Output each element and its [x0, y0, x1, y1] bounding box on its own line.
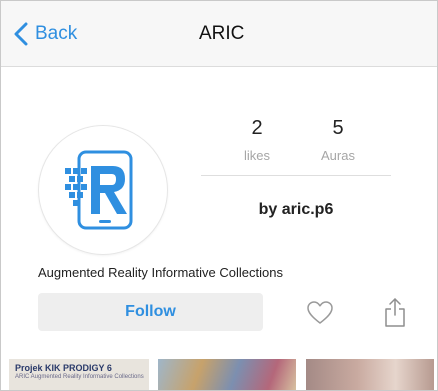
auras-grid: Projek KIK PRODIGY 6 ARIC Augmented Real… — [1, 353, 437, 390]
navigation-bar: Back ARIC — [1, 1, 437, 67]
likes-label: likes — [243, 148, 270, 163]
page-title: ARIC — [199, 23, 245, 44]
auras-count: 5 — [332, 117, 344, 139]
profile-header: 2 likes 5 Auras by aric.p6 Augmented Rea… — [1, 67, 437, 347]
thumbnail-title: Projek KIK PRODIGY 6 — [15, 363, 112, 373]
aura-thumbnail[interactable] — [306, 359, 434, 390]
author-byline[interactable]: by aric.p6 — [201, 201, 391, 219]
back-label: Back — [35, 23, 78, 44]
chevron-left-icon — [14, 22, 28, 46]
auras-label: Auras — [321, 148, 355, 163]
aric-logo — [65, 150, 133, 230]
stats-divider — [201, 175, 391, 176]
back-button[interactable]: Back — [13, 19, 77, 49]
avatar — [38, 125, 168, 255]
heart-outline-icon[interactable] — [306, 299, 334, 327]
likes-stat[interactable]: 2 likes — [217, 117, 297, 163]
aura-thumbnail[interactable]: Projek KIK PRODIGY 6 ARIC Augmented Real… — [9, 359, 149, 390]
share-icon[interactable] — [384, 296, 406, 328]
auras-stat[interactable]: 5 Auras — [298, 117, 378, 163]
likes-count: 2 — [251, 117, 263, 139]
aura-thumbnail[interactable] — [158, 359, 296, 390]
profile-description: Augmented Reality Informative Collection… — [38, 265, 283, 280]
follow-button[interactable]: Follow — [38, 293, 263, 331]
app-screen: Back ARIC 2 likes 5 Auras by aric.p6 Aug… — [0, 0, 438, 391]
thumbnail-subtitle: ARIC Augmented Reality Informative Colle… — [15, 374, 144, 380]
